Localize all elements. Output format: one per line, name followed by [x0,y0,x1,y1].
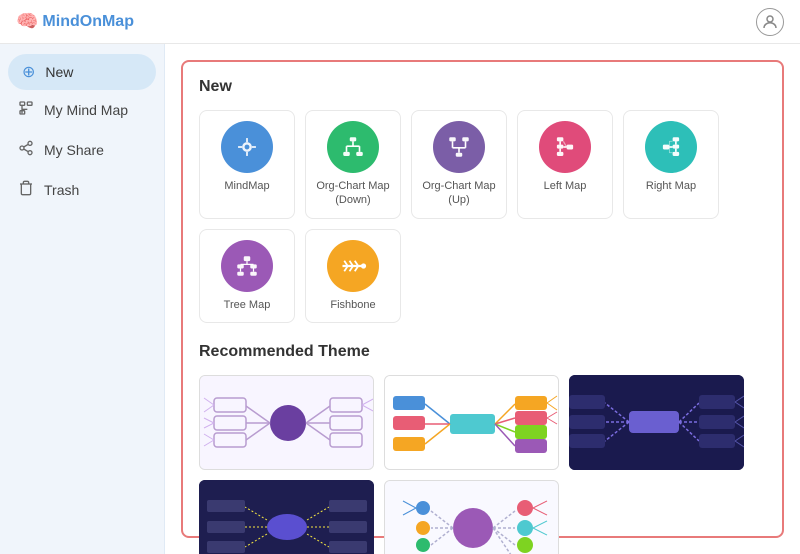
sidebar: ⊕ New My Mind Map My Share Trash [0,44,165,554]
logo-map: Map [102,13,134,30]
header: 🧠 MindOnMap [0,0,800,44]
user-avatar[interactable] [756,8,784,36]
map-item-orgup[interactable]: Org-Chart Map (Up) [411,110,507,219]
rightmap-label: Right Map [646,179,696,193]
main-content: New MindMap Org-Chart Map(Down) [165,44,800,554]
map-item-mindmap[interactable]: MindMap [199,110,295,219]
new-section-title: New [199,78,766,96]
sidebar-item-new-label: New [45,64,73,80]
sidebar-item-trash-label: Trash [44,182,79,198]
map-item-treemap[interactable]: Tree Map [199,229,295,323]
sidebar-item-myshare[interactable]: My Share [0,130,164,170]
sidebar-item-myshare-label: My Share [44,142,104,158]
rightmap-icon [645,121,697,173]
theme-item-5[interactable] [384,480,559,554]
theme-item-3[interactable] [569,375,744,470]
orgup-label: Org-Chart Map (Up) [420,179,498,208]
logo-on: On [80,13,102,30]
map-item-fishbone[interactable]: Fishbone [305,229,401,323]
map-item-rightmap[interactable]: Right Map [623,110,719,219]
theme-item-1[interactable] [199,375,374,470]
treemap-label: Tree Map [224,298,271,312]
orgup-icon [433,121,485,173]
leftmap-label: Left Map [544,179,587,193]
orgdown-label: Org-Chart Map(Down) [316,179,389,208]
trash-icon [18,180,34,200]
fishbone-label: Fishbone [330,298,375,312]
map-item-leftmap[interactable]: Left Map [517,110,613,219]
mymindmap-icon [18,100,34,120]
logo-text: MindOnMap [42,13,134,31]
logo-mind: Mind [42,13,79,30]
sidebar-item-new[interactable]: ⊕ New [8,54,156,90]
recommended-section-title: Recommended Theme [199,343,766,361]
new-icon: ⊕ [22,62,35,82]
logo-icon: 🧠 [16,11,38,32]
fishbone-icon [327,240,379,292]
content-box: New MindMap Org-Chart Map(Down) [181,60,784,538]
sidebar-item-mymindmap[interactable]: My Mind Map [0,90,164,130]
sidebar-item-trash[interactable]: Trash [0,170,164,210]
map-grid: MindMap Org-Chart Map(Down) Org-Chart Ma… [199,110,766,323]
mindmap-icon [221,121,273,173]
theme-item-2[interactable] [384,375,559,470]
theme-item-4[interactable] [199,480,374,554]
leftmap-icon [539,121,591,173]
app-layout: ⊕ New My Mind Map My Share Trash New [0,44,800,554]
logo: 🧠 MindOnMap [16,11,134,32]
sidebar-item-mymindmap-label: My Mind Map [44,102,128,118]
theme-grid [199,375,766,554]
myshare-icon [18,140,34,160]
treemap-icon [221,240,273,292]
mindmap-label: MindMap [224,179,269,193]
orgdown-icon [327,121,379,173]
map-item-orgdown[interactable]: Org-Chart Map(Down) [305,110,401,219]
